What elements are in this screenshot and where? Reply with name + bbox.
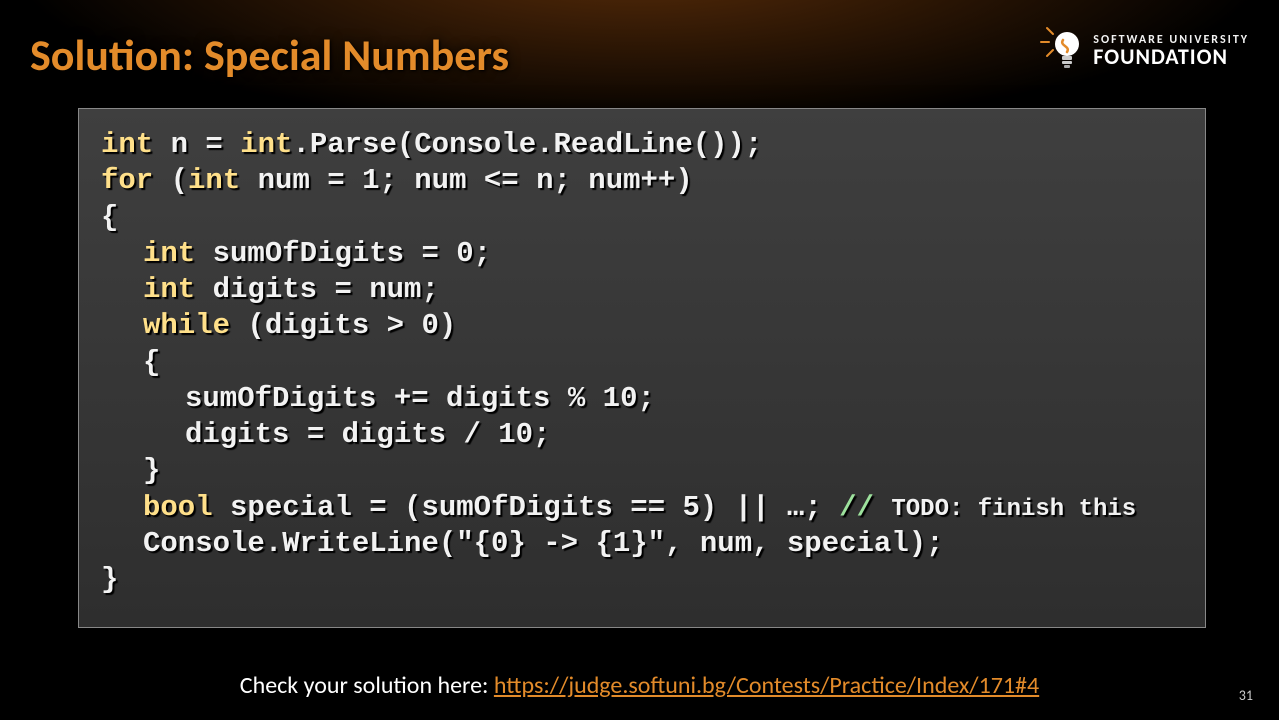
logo-line1: SOFTWARE UNIVERSITY [1093,34,1249,46]
code-content: int n = int.Parse(Console.ReadLine()); f… [101,127,1183,598]
footer-text: Check your solution here: [240,671,494,700]
slide-title: Solution: Special Numbers [30,28,509,82]
footer-link[interactable]: https://judge.softuni.bg/Contests/Practi… [494,671,1039,700]
logo: SOFTWARE UNIVERSITY FOUNDATION [1037,22,1249,79]
lightbulb-icon [1037,22,1085,79]
logo-text: SOFTWARE UNIVERSITY FOUNDATION [1093,34,1249,68]
logo-line2: FOUNDATION [1093,46,1249,68]
code-block: int n = int.Parse(Console.ReadLine()); f… [78,108,1206,628]
footer: Check your solution here: https://judge.… [0,671,1279,700]
page-number: 31 [1239,687,1253,704]
